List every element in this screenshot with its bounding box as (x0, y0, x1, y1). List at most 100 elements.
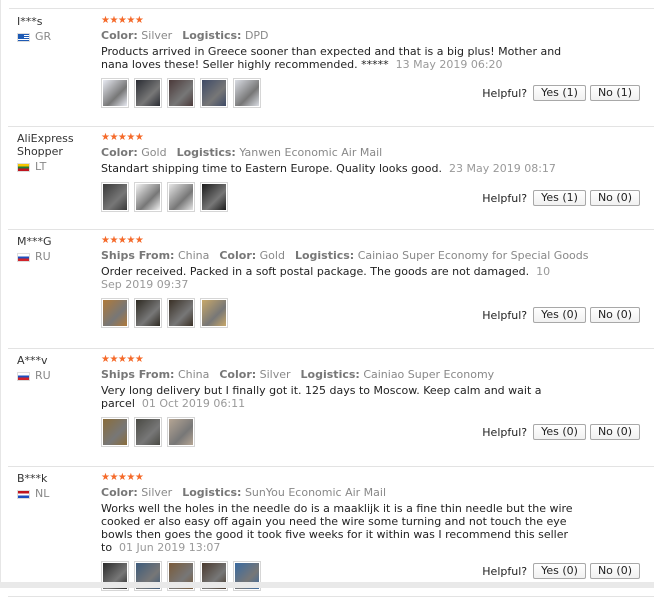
logistics-value: Cainiao Super Economy for Special Goods (357, 249, 589, 262)
color-value: Silver (141, 29, 173, 42)
logistics-label: Logistics: (176, 146, 236, 159)
color-label: Color: (101, 146, 138, 159)
helpful-no-button[interactable]: No (0) (589, 563, 640, 579)
review-item: A***v RU ★★★★★ Ships From: China Color: S… (8, 348, 654, 467)
review-photo-thumbnail[interactable] (200, 182, 228, 212)
logistics-value: Yanwen Economic Air Mail (239, 146, 383, 159)
review-date: 01 Jun 2019 13:07 (119, 541, 221, 554)
buyer-name: I***s (17, 15, 43, 28)
ships-from-value: China (177, 368, 210, 381)
review-text: Standart shipping time to Eastern Europe… (101, 162, 571, 175)
star-rating: ★★★★★ (101, 132, 144, 143)
star-rating: ★★★★★ (101, 354, 144, 365)
review-photo-thumbnail[interactable] (167, 298, 195, 328)
country-code: NL (35, 487, 50, 500)
order-info: Color: Gold Logistics: Yanwen Economic Ai… (101, 146, 571, 160)
review-photo-thumbnail[interactable] (167, 417, 195, 447)
star-rating: ★★★★★ (101, 235, 144, 246)
buyer-name: A***v (17, 354, 48, 367)
helpful-no-button[interactable]: No (1) (589, 85, 640, 101)
review-photo-thumbnail[interactable] (167, 78, 195, 108)
review-photo-thumbnail[interactable] (101, 182, 129, 212)
logistics-label: Logistics: (294, 249, 355, 262)
country-code: RU (35, 369, 51, 382)
review-body: Order received. Packed in a soft postal … (101, 265, 530, 278)
buyer-info: AliExpress Shopper LT (17, 132, 99, 173)
color-value: Gold (141, 146, 167, 159)
review-item: B***k NL ★★★★★ Color: Silver Logistics: S… (8, 466, 654, 597)
buyer-country: RU (17, 370, 99, 382)
color-label: Color: (219, 368, 257, 381)
helpful-vote: Helpful? Yes (0) No (0) (482, 563, 640, 579)
review-photo-thumbnail[interactable] (101, 417, 129, 447)
logistics-label: Logistics: (182, 29, 242, 42)
ships-from-value: China (177, 249, 210, 262)
greece-flag-icon (17, 32, 30, 42)
review-photo-thumbnail[interactable] (200, 298, 228, 328)
russia-flag-icon (17, 252, 30, 262)
helpful-vote: Helpful? Yes (1) No (1) (482, 85, 640, 101)
buyer-name: B***k (17, 472, 48, 485)
logistics-label: Logistics: (182, 486, 242, 499)
buyer-country: RU (17, 251, 99, 263)
helpful-no-button[interactable]: No (0) (589, 424, 640, 440)
helpful-vote: Helpful? Yes (0) No (0) (482, 424, 640, 440)
order-info: Ships From: China Color: Silver Logistics:… (101, 368, 576, 382)
review-photo-thumbnail[interactable] (200, 78, 228, 108)
review-date: 01 Oct 2019 06:11 (141, 397, 246, 410)
logistics-value: DPD (244, 29, 269, 42)
helpful-yes-button[interactable]: Yes (0) (533, 563, 586, 579)
horizontal-scrollbar[interactable] (0, 582, 654, 588)
buyer-name: AliExpress Shopper (17, 132, 74, 158)
helpful-no-button[interactable]: No (0) (589, 307, 640, 323)
buyer-info: M***G RU (17, 235, 99, 263)
buyer-info: A***v RU (17, 354, 99, 382)
buyer-country: GR (17, 31, 99, 43)
color-value: Silver (141, 486, 173, 499)
helpful-yes-button[interactable]: Yes (0) (533, 424, 586, 440)
buyer-info: I***s GR (17, 15, 99, 43)
order-info: Color: Silver Logistics: SunYou Economic … (101, 486, 579, 500)
review-photo-thumbnail[interactable] (134, 182, 162, 212)
review-item: M***G RU ★★★★★ Ships From: China Color: G… (8, 229, 654, 349)
netherlands-flag-icon (17, 489, 30, 499)
logistics-label: Logistics: (300, 368, 360, 381)
helpful-label: Helpful? (482, 86, 528, 100)
star-rating: ★★★★★ (101, 472, 144, 483)
color-label: Color: (219, 249, 257, 262)
buyer-info: B***k NL (17, 472, 99, 500)
helpful-vote: Helpful? Yes (1) No (0) (482, 190, 640, 206)
helpful-no-button[interactable]: No (0) (589, 190, 640, 206)
color-value: Silver (259, 368, 291, 381)
helpful-yes-button[interactable]: Yes (1) (533, 190, 586, 206)
ships-from-label: Ships From: (101, 368, 175, 381)
review-photo-thumbnail[interactable] (101, 78, 129, 108)
color-value: Gold (259, 249, 285, 262)
review-photo-thumbnail[interactable] (233, 78, 261, 108)
review-date: 23 May 2019 08:17 (449, 162, 556, 175)
country-code: GR (35, 30, 52, 43)
helpful-label: Helpful? (482, 425, 528, 439)
russia-flag-icon (17, 371, 30, 381)
helpful-yes-button[interactable]: Yes (1) (533, 85, 586, 101)
review-item: AliExpress Shopper LT ★★★★★ Color: Gold L… (8, 126, 654, 230)
review-photo-thumbnail[interactable] (134, 298, 162, 328)
review-text: Products arrived in Greece sooner than e… (101, 45, 571, 71)
review-photo-thumbnail[interactable] (101, 298, 129, 328)
review-text: Very long delivery but I finally got it.… (101, 384, 576, 410)
review-text: Works well the holes in the needle do is… (101, 502, 579, 554)
buyer-country: NL (17, 488, 99, 500)
buyer-country: LT (17, 161, 99, 173)
review-photo-thumbnail[interactable] (134, 78, 162, 108)
country-code: LT (35, 160, 47, 173)
lithuania-flag-icon (17, 162, 30, 172)
review-body: Standart shipping time to Eastern Europe… (101, 162, 442, 175)
helpful-label: Helpful? (482, 191, 528, 205)
helpful-yes-button[interactable]: Yes (0) (533, 307, 586, 323)
review-photo-thumbnail[interactable] (167, 182, 195, 212)
review-text: Order received. Packed in a soft postal … (101, 265, 571, 291)
review-photo-thumbnail[interactable] (134, 417, 162, 447)
helpful-vote: Helpful? Yes (0) No (0) (482, 307, 640, 323)
order-info: Color: Silver Logistics: DPD (101, 29, 571, 43)
review-date: 13 May 2019 06:20 (395, 58, 503, 71)
